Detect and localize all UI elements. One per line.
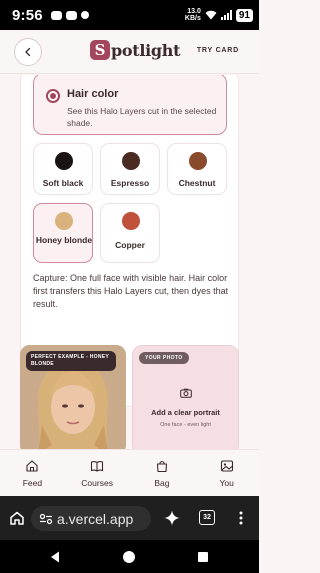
color-dot <box>55 212 73 230</box>
capture-instructions: Capture: One full face with visible hair… <box>33 273 229 309</box>
swatch-honey-blonde[interactable]: Honey blonde <box>33 203 93 263</box>
browser-toolbar: a.vercel.app 32 <box>0 496 259 540</box>
home-icon <box>26 460 38 472</box>
your-photo-upload-card[interactable]: YOUR PHOTO Add a clear portrait One face… <box>132 345 239 449</box>
nav-item-you[interactable]: You <box>194 450 259 496</box>
option-description: See this Halo Layers cut in the selected… <box>67 106 217 128</box>
tab-switcher-button[interactable]: 32 <box>199 510 215 525</box>
more-menu-icon[interactable] <box>239 511 243 525</box>
color-dot <box>189 152 207 170</box>
swatch-espresso[interactable]: Espresso <box>100 143 160 195</box>
back-triangle-icon[interactable] <box>48 550 62 564</box>
url-text: a.vercel.app <box>57 510 134 527</box>
nav-item-bag[interactable]: Bag <box>130 450 195 496</box>
status-time: 9:56 <box>12 6 43 24</box>
upload-title: Add a clear portrait <box>151 408 220 417</box>
main-content[interactable]: Hair color See this Halo Layers cut in t… <box>0 75 259 449</box>
bottom-navigation: Feed Courses Bag You <box>0 449 259 496</box>
upload-subtitle: One face - even light <box>160 422 211 428</box>
address-bar[interactable]: a.vercel.app <box>31 506 151 531</box>
sparkle-icon[interactable] <box>164 510 180 526</box>
notification-icon <box>65 10 77 20</box>
hair-color-radio[interactable] <box>46 89 60 103</box>
book-icon <box>91 461 104 472</box>
brand-logo: S potlight <box>90 40 181 60</box>
nav-label: Bag <box>154 478 170 488</box>
signal-icon <box>220 10 232 20</box>
nav-item-courses[interactable]: Courses <box>65 450 130 496</box>
site-settings-icon[interactable] <box>39 513 53 525</box>
color-dot <box>55 152 73 170</box>
wifi-icon <box>205 10 217 20</box>
swatch-label: Chestnut <box>178 178 216 188</box>
try-card-link[interactable]: TRY CARD <box>197 47 239 54</box>
example-photo-card[interactable]: PERFECT EXAMPLE - HONEY BLONDE <box>20 345 126 449</box>
recents-square-icon[interactable] <box>197 551 209 563</box>
swatch-label: Copper <box>115 240 145 250</box>
home-icon[interactable] <box>9 510 25 526</box>
color-dot <box>122 212 140 230</box>
brand-name: potlight <box>111 40 181 60</box>
swatch-label: Honey blonde <box>35 235 93 245</box>
swatch-soft-black[interactable]: Soft black <box>33 143 93 195</box>
hair-color-option[interactable]: Hair color See this Halo Layers cut in t… <box>33 75 227 135</box>
notification-dot-icon <box>80 11 89 19</box>
camera-icon <box>180 388 192 398</box>
notification-icon <box>50 10 62 20</box>
your-photo-tag: YOUR PHOTO <box>139 352 189 364</box>
bag-icon <box>156 460 167 473</box>
chevron-left-icon <box>25 47 31 57</box>
swatch-chestnut[interactable]: Chestnut <box>167 143 227 195</box>
swatch-label: Espresso <box>110 178 150 188</box>
image-icon <box>220 460 233 472</box>
example-tag: PERFECT EXAMPLE - HONEY BLONDE <box>26 351 116 371</box>
nav-label: Courses <box>81 478 113 488</box>
swatch-copper[interactable]: Copper <box>100 203 160 263</box>
network-speed: 13.0 KB/s <box>184 8 201 22</box>
app-header: S potlight TRY CARD <box>0 30 259 74</box>
system-navigation-bar <box>0 540 259 573</box>
status-bar: 9:56 13.0 KB/s 91 <box>0 0 259 30</box>
battery-indicator: 91 <box>235 8 253 22</box>
swatch-label: Soft black <box>42 178 84 188</box>
option-title: Hair color <box>67 88 119 100</box>
nav-item-feed[interactable]: Feed <box>0 450 65 496</box>
nav-label: You <box>219 478 234 488</box>
color-dot <box>122 152 140 170</box>
nav-label: Feed <box>22 478 43 488</box>
brand-initial: S <box>90 40 110 60</box>
notification-icons <box>50 10 89 20</box>
back-button[interactable] <box>14 38 42 66</box>
home-circle-icon[interactable] <box>122 550 136 564</box>
